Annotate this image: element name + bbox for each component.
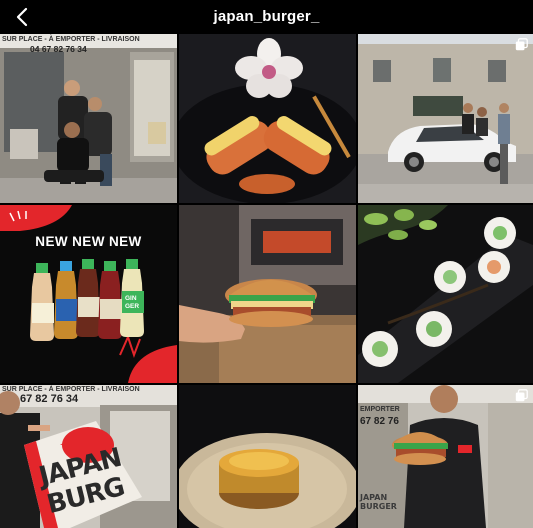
post-tile-8[interactable]	[179, 385, 356, 528]
post-9-phone: 67 82 76	[360, 416, 399, 427]
post-tile-5[interactable]	[179, 205, 356, 383]
post-tile-1[interactable]: SUR PLACE - À EMPORTER - LIVRAISON 04 67…	[0, 34, 177, 203]
post-tile-4[interactable]: NEW NEW NEW GIN GER	[0, 205, 177, 383]
top-bar: japan_burger_	[0, 0, 533, 34]
post-1-phone: 04 67 82 76 34	[30, 44, 87, 54]
post-7-phone: 67 82 76 34	[20, 393, 79, 405]
post-tile-2[interactable]	[179, 34, 356, 203]
post-6-photo	[358, 205, 533, 383]
post-4-bottle-label-line-1: GIN	[125, 295, 137, 302]
post-1-photo	[0, 34, 177, 203]
post-5-photo	[179, 205, 356, 383]
carousel-icon	[515, 389, 528, 402]
post-tile-7[interactable]: SUR PLACE - À EMPORTER - LIVRAISON 67 82…	[0, 385, 177, 528]
post-4-photo	[0, 205, 177, 383]
post-9-window-label: JAPAN BURGER	[360, 493, 397, 511]
post-7-sign-text: SUR PLACE - À EMPORTER - LIVRAISON	[2, 386, 140, 393]
post-tile-3[interactable]	[358, 34, 533, 203]
account-name: japan_burger_	[213, 8, 320, 25]
post-tile-9[interactable]: EMPORTER 67 82 76 JAPAN BURGER	[358, 385, 533, 528]
post-8-photo	[179, 385, 356, 528]
post-tile-6[interactable]	[358, 205, 533, 383]
post-grid: SUR PLACE - À EMPORTER - LIVRAISON 04 67…	[0, 34, 533, 528]
post-4-headline: NEW NEW NEW	[35, 234, 142, 249]
post-9-sign-text: EMPORTER	[360, 406, 400, 413]
post-4-bottle-label-line-2: GER	[125, 303, 140, 310]
post-1-sign-text: SUR PLACE - À EMPORTER - LIVRAISON	[2, 36, 140, 43]
carousel-icon	[515, 38, 528, 51]
post-3-photo	[358, 34, 533, 203]
post-2-photo	[179, 34, 356, 203]
